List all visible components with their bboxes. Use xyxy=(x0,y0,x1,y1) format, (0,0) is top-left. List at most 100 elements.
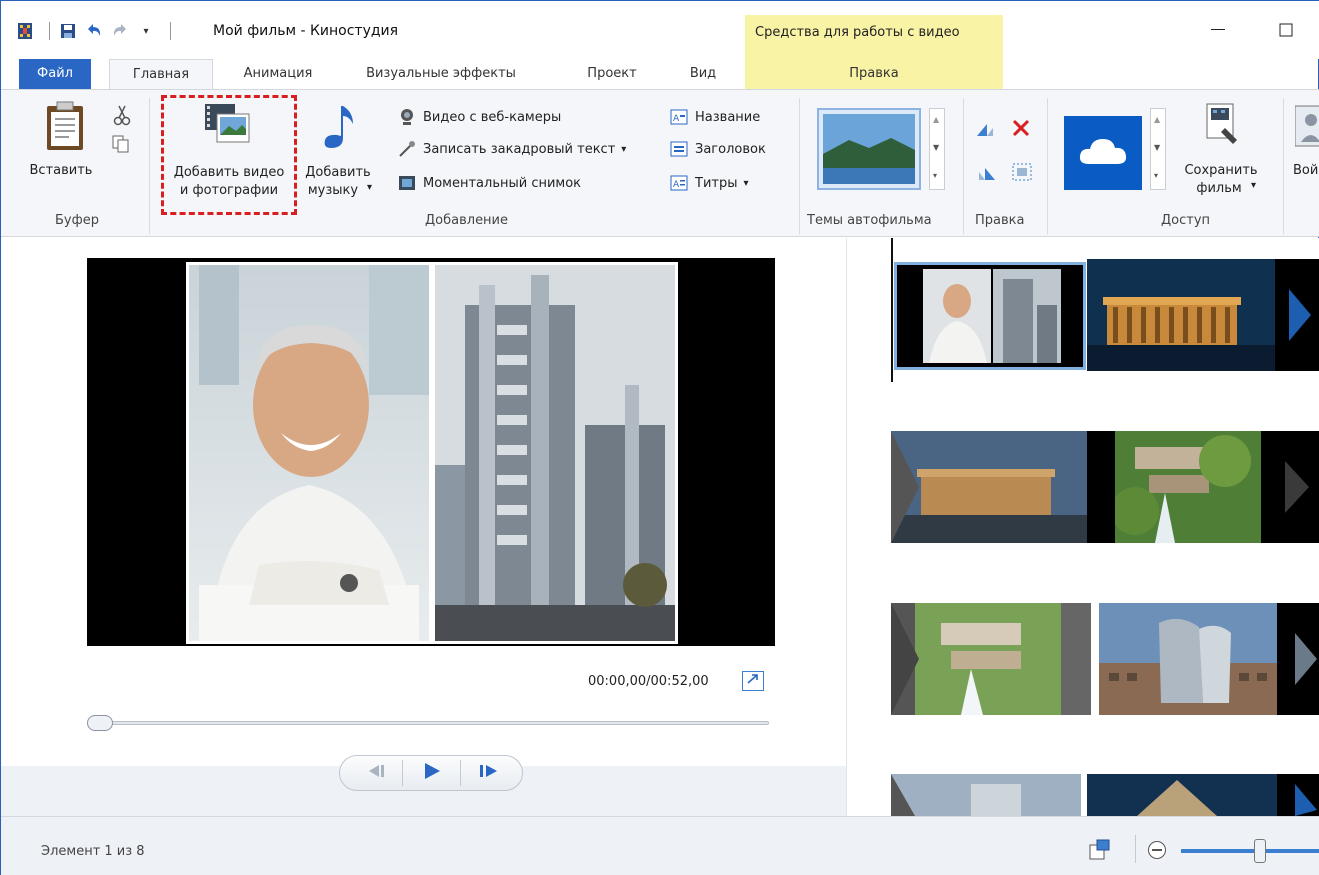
add-music-dropdown-icon[interactable]: ▾ xyxy=(367,182,372,193)
tab-animation[interactable]: Анимация xyxy=(223,59,333,89)
status-bar: Элемент 1 из 8 xyxy=(1,816,1319,875)
themes-gallery-scrollbar[interactable]: ▲ ▼ ▾ xyxy=(929,108,945,190)
context-group-label: Средства для работы с видео xyxy=(755,25,960,40)
gallery-expand-icon[interactable]: ▾ xyxy=(933,171,937,180)
gallery-expand-icon[interactable]: ▾ xyxy=(1154,171,1158,180)
scroll-down-icon[interactable]: ▼ xyxy=(933,143,939,152)
zoom-slider-track[interactable] xyxy=(1181,849,1319,853)
minimize-button[interactable] xyxy=(1195,15,1241,45)
storyboard-clip-1-selected[interactable] xyxy=(894,262,1086,370)
save-icon[interactable] xyxy=(58,21,78,41)
seek-thumb[interactable] xyxy=(87,715,113,731)
webcam-video-button[interactable]: Видео с веб-камеры xyxy=(397,106,561,128)
play-icon xyxy=(422,762,442,784)
title-separator xyxy=(49,22,50,40)
credits-icon: A xyxy=(669,174,689,192)
storyboard-pane xyxy=(847,238,1319,816)
undo-icon[interactable] xyxy=(84,21,104,41)
save-movie-label-line1: Сохранить xyxy=(1184,163,1258,178)
zoom-slider-thumb[interactable] xyxy=(1254,839,1266,863)
webcam-icon xyxy=(397,108,417,126)
thumbnail-size-icon[interactable] xyxy=(1089,839,1111,865)
microphone-icon xyxy=(397,140,417,158)
select-all-icon[interactable] xyxy=(1011,162,1033,186)
zoom-out-icon[interactable] xyxy=(1147,840,1167,864)
group-label-themes: Темы автофильма xyxy=(807,213,932,228)
scroll-up-icon[interactable]: ▲ xyxy=(1154,115,1160,124)
item-counter: Элемент 1 из 8 xyxy=(41,844,145,859)
status-separator xyxy=(1135,835,1136,863)
tab-view[interactable]: Вид xyxy=(671,59,735,89)
fullscreen-button[interactable] xyxy=(742,671,764,691)
scroll-up-icon[interactable]: ▲ xyxy=(933,115,939,124)
caption-icon xyxy=(669,140,689,158)
group-label-add: Добавление xyxy=(425,213,509,228)
group-label-share: Доступ xyxy=(1161,213,1211,228)
control-separator xyxy=(460,760,461,786)
copy-icon[interactable] xyxy=(111,134,131,158)
snapshot-icon xyxy=(397,174,417,192)
rotate-left-icon[interactable] xyxy=(975,120,997,144)
tab-home[interactable]: Главная xyxy=(109,59,213,89)
storyboard-clip-6[interactable] xyxy=(1099,603,1277,715)
user-icon xyxy=(1294,104,1319,152)
storyboard-clip-3[interactable] xyxy=(891,431,1087,543)
clipboard-icon xyxy=(43,100,87,156)
credits-dropdown-icon[interactable]: ▾ xyxy=(743,178,748,189)
next-frame-icon xyxy=(477,763,501,783)
group-label-clipboard: Буфер xyxy=(55,213,99,228)
save-movie-dropdown-icon[interactable]: ▾ xyxy=(1251,180,1256,191)
svg-text:A: A xyxy=(673,114,680,124)
scroll-down-icon[interactable]: ▼ xyxy=(1154,143,1160,152)
context-tab-group: Средства для работы с видео xyxy=(745,15,1003,60)
record-narration-button[interactable]: Записать закадровый текст ▾ xyxy=(397,138,626,160)
caption-button[interactable]: Заголовок xyxy=(669,138,766,160)
group-separator xyxy=(1283,98,1284,234)
storyboard-clip-8[interactable] xyxy=(1087,774,1277,816)
customize-quick-access-icon[interactable]: ▾ xyxy=(136,21,156,41)
title-icon: A xyxy=(669,108,689,126)
group-separator xyxy=(963,98,964,234)
title-button[interactable]: A Название xyxy=(669,106,760,128)
credits-button[interactable]: A Титры ▾ xyxy=(669,172,749,194)
credits-label: Титры xyxy=(695,175,738,191)
ribbon-tabs: Файл Главная Анимация Визуальные эффекты… xyxy=(1,59,1319,89)
narration-dropdown-icon[interactable]: ▾ xyxy=(621,144,626,155)
seek-track[interactable] xyxy=(97,721,769,725)
moviemaker-logo-icon xyxy=(15,21,35,41)
automovie-theme-thumbnail[interactable] xyxy=(817,108,921,190)
signin-label: Вой xyxy=(1293,163,1319,178)
save-movie-label-line2: фильм xyxy=(1196,181,1242,196)
remove-icon[interactable] xyxy=(1011,118,1031,142)
tab-edit[interactable]: Правка xyxy=(745,59,1003,89)
group-separator xyxy=(149,98,150,234)
tab-project[interactable]: Проект xyxy=(567,59,657,89)
storyboard-clip-7[interactable] xyxy=(891,774,1081,816)
transition-marker xyxy=(1275,259,1319,371)
paste-label: Вставить xyxy=(29,163,93,178)
add-music-label-line1: Добавить xyxy=(305,165,371,180)
snapshot-button[interactable]: Моментальный снимок xyxy=(397,172,581,194)
svg-text:A: A xyxy=(673,180,680,190)
storyboard-clip-2[interactable] xyxy=(1087,259,1275,371)
share-gallery-scrollbar[interactable]: ▲ ▼ ▾ xyxy=(1150,108,1166,190)
rotate-right-icon[interactable] xyxy=(975,164,997,188)
tab-visual-effects[interactable]: Визуальные эффекты xyxy=(337,59,545,89)
cloud-icon xyxy=(1077,134,1129,172)
window-title: Мой фильм - Киностудия xyxy=(213,23,399,39)
quick-access-toolbar: ▾ xyxy=(15,21,179,41)
maximize-button[interactable] xyxy=(1263,15,1309,45)
highlight-frame xyxy=(161,95,297,215)
app-window: ▾ Мой фильм - Киностудия Средства для ра… xyxy=(0,0,1319,875)
tab-file[interactable]: Файл xyxy=(19,59,91,89)
next-frame-button[interactable] xyxy=(462,756,516,790)
redo-icon[interactable] xyxy=(110,21,130,41)
preview-photo-building xyxy=(432,262,678,644)
previous-frame-button[interactable] xyxy=(348,756,402,790)
storyboard-clip-4[interactable] xyxy=(1115,431,1261,543)
play-button[interactable] xyxy=(404,756,460,790)
cut-icon[interactable] xyxy=(113,104,131,130)
storyboard-clip-5[interactable] xyxy=(891,603,1091,715)
transition-marker xyxy=(1277,603,1319,715)
onedrive-share-button[interactable] xyxy=(1064,116,1142,190)
